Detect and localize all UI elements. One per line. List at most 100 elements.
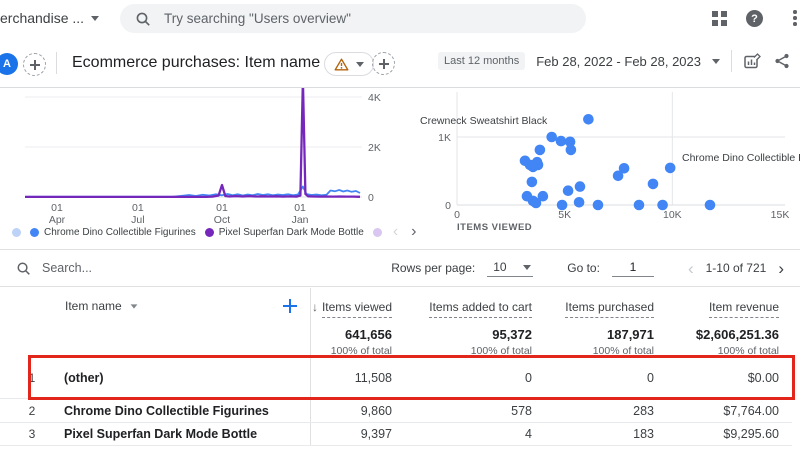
totals-cell: 641,656 100% of total — [310, 325, 405, 358]
column-header[interactable]: ↓ Items viewed — [310, 299, 405, 318]
help-icon[interactable]: ? — [746, 10, 763, 27]
scatter-point — [573, 197, 585, 208]
global-search[interactable] — [120, 4, 586, 33]
table-toolbar: Rows per page: 10 Go to: ‹ 1-10 of 721 › — [0, 250, 800, 287]
metric-cell: $7,764.00 — [723, 403, 779, 418]
legend-dot-faded — [372, 227, 382, 237]
item-name-cell: Pixel Superfan Dark Mode Bottle — [64, 427, 258, 441]
more-vertical-icon[interactable] — [793, 10, 797, 26]
scatter-point — [574, 181, 586, 192]
x-axis-tick: 01 — [132, 202, 144, 214]
table-row[interactable]: 1 (other) 11,508 0 0 $0.00 — [0, 358, 792, 399]
legend-prev-icon[interactable]: ‹ — [391, 224, 400, 240]
scatter-point — [704, 199, 716, 211]
apps-grid-icon[interactable] — [712, 11, 727, 26]
x-axis-tick: 15K — [771, 209, 790, 221]
totals-value: $2,606,251.36 — [695, 327, 779, 342]
prev-page-icon[interactable]: ‹ — [688, 260, 694, 277]
metric-cell: $9,295.60 — [723, 427, 779, 441]
date-range-caret-icon[interactable] — [712, 58, 720, 64]
item-name-cell: Chrome Dino Collectible Figurines — [64, 403, 269, 418]
charts-panel: 4K 2K 0 01 Apr 01 Jul 01 Oct 01 Jan 0 5K 10K 15K 1K 0 IT… — [0, 88, 800, 250]
scatter-point — [657, 199, 668, 211]
data-quality-badge[interactable] — [324, 52, 374, 76]
column-header[interactable]: Item revenue — [667, 299, 792, 318]
avatar[interactable]: A — [0, 53, 18, 75]
scatter-chart[interactable]: 0 5K 10K 15K1K0ITEMS VIEWEDCrewneck Sweatsh… — [400, 88, 800, 249]
x-axis-tick: 0 — [454, 209, 460, 221]
top-app-bar: erchandise ... ? — [0, 0, 800, 38]
search-icon — [136, 12, 150, 26]
scatter-point — [612, 170, 624, 182]
next-page-icon[interactable]: › — [778, 260, 784, 277]
item-name-cell: (other) — [64, 371, 104, 385]
rows-per-page-label: Rows per page: — [391, 261, 476, 275]
metric-cell: 183 — [633, 427, 654, 441]
metric-cell: 9,397 — [360, 427, 392, 441]
metric-cell: 0 — [525, 371, 532, 385]
totals-cell: 187,971 100% of total — [545, 325, 667, 358]
metric-cell: 0 — [647, 371, 654, 385]
totals-subtext: 100% of total — [717, 345, 779, 357]
table-row[interactable]: 3 Pixel Superfan Dark Mode Bottle 9,397 4 18… — [0, 423, 792, 446]
pagination-controls: Rows per page: 10 Go to: ‹ 1-10 of 721 › — [391, 259, 784, 277]
column-header[interactable]: Items purchased — [545, 299, 667, 318]
column-header-label: Item revenue — [708, 299, 779, 318]
x-axis-tick: 5K — [558, 209, 571, 221]
metric-cell: $0.00 — [747, 371, 779, 385]
scatter-point — [562, 185, 574, 196]
y-axis-tick: 4K — [368, 92, 381, 104]
column-header-item-name[interactable]: Item name — [65, 299, 138, 313]
date-range-picker[interactable]: Feb 28, 2022 - Feb 28, 2023 — [536, 54, 701, 69]
totals-subtext: 100% of total — [470, 345, 532, 357]
table-header-row: Item name ↓ Items viewed Items added to ca… — [0, 288, 800, 325]
y-axis-tick: 1K — [438, 132, 451, 144]
table-search-input[interactable] — [40, 260, 244, 276]
property-selector[interactable]: erchandise ... — [0, 10, 100, 26]
table-body: 1 (other) 11,508 0 0 $0.00 2 Chrome Dino Collec… — [0, 358, 792, 446]
add-card-button[interactable] — [372, 52, 395, 75]
column-header[interactable]: Items added to cart — [405, 299, 545, 318]
legend-item[interactable]: Pixel Superfan Dark Mode Bottle — [204, 226, 364, 238]
global-search-input[interactable] — [162, 10, 571, 27]
legend-label: Pixel Superfan Dark Mode Bottle — [218, 226, 364, 238]
goto-page-input[interactable] — [611, 259, 654, 277]
legend-next-icon[interactable]: › — [409, 224, 418, 240]
metric-cell: 4 — [525, 427, 532, 441]
point-label: Chrome Dino Collectible Fi — [682, 152, 800, 164]
page-title: Ecommerce purchases: Item name — [72, 54, 321, 71]
totals-value: 95,372 — [492, 327, 532, 342]
customize-report-icon[interactable] — [743, 52, 762, 71]
scatter-point — [633, 199, 645, 211]
x-axis-title: ITEMS VIEWED — [457, 222, 532, 233]
scatter-point — [583, 114, 594, 125]
x-axis-tick: 01 — [51, 202, 63, 214]
metric-cell: 283 — [633, 403, 654, 418]
rows-per-page-select[interactable]: 10 — [487, 259, 534, 277]
y-axis-tick: 2K — [368, 142, 381, 154]
add-column-button[interactable] — [280, 296, 300, 316]
scatter-point — [592, 199, 604, 211]
sort-desc-icon: ↓ — [311, 299, 318, 314]
column-header-label: Items purchased — [565, 299, 654, 318]
table-row[interactable]: 2 Chrome Dino Collectible Figurines 9,860 5… — [0, 399, 792, 423]
totals-cell: $2,606,251.36 100% of total — [667, 325, 792, 358]
divider — [56, 52, 57, 74]
scatter-point — [530, 197, 542, 209]
y-axis-tick: 0 — [445, 200, 451, 212]
legend-item[interactable]: Chrome Dino Collectible Figurines — [30, 227, 196, 238]
add-report-button[interactable] — [23, 53, 46, 76]
column-header-label: Items viewed — [321, 299, 392, 318]
totals-value: 187,971 — [607, 327, 654, 342]
metric-cell: 9,860 — [360, 403, 392, 418]
goto-label: Go to: — [567, 261, 600, 275]
totals-row: 641,656 100% of total 95,372 100% of total 1… — [310, 325, 792, 358]
line-series — [25, 88, 361, 199]
y-axis-tick: 0 — [368, 192, 374, 204]
share-icon[interactable] — [773, 52, 791, 70]
x-axis-tick: 10K — [663, 209, 682, 221]
pagination-range: 1-10 of 721 — [705, 261, 767, 275]
scatter-point — [647, 178, 659, 190]
search-icon — [17, 262, 30, 275]
table-search[interactable] — [16, 260, 391, 276]
